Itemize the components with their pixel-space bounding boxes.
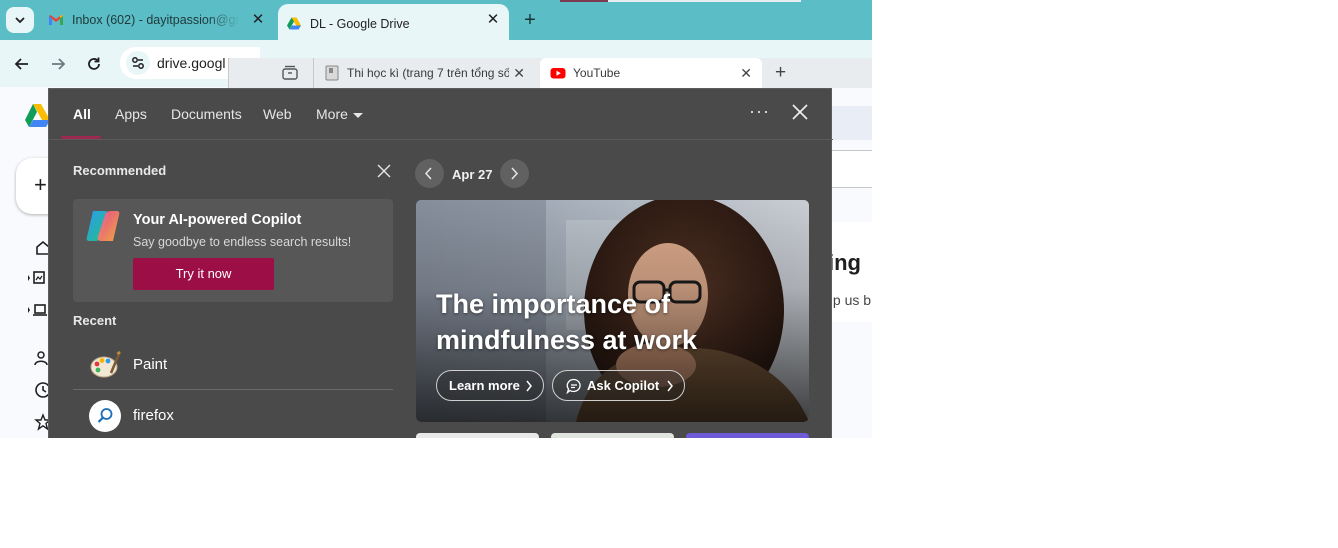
tab-actions-icon[interactable] bbox=[281, 64, 299, 82]
tab-title: DL - Google Drive bbox=[310, 17, 410, 31]
copilot-logo-icon bbox=[86, 211, 120, 241]
computers-icon[interactable] bbox=[24, 298, 48, 322]
search-icon bbox=[89, 400, 121, 432]
more-options-icon[interactable]: ··· bbox=[749, 101, 770, 122]
chevron-down-icon bbox=[15, 17, 25, 24]
close-icon[interactable] bbox=[790, 102, 810, 122]
recent-heading: Recent bbox=[73, 313, 117, 328]
copilot-card-subtitle: Say goodbye to endless search results! bbox=[133, 235, 352, 249]
tab-apps[interactable]: Apps bbox=[115, 106, 147, 122]
recent-clock-icon[interactable] bbox=[24, 378, 51, 402]
copilot-card-title: Your AI-powered Copilot bbox=[133, 212, 302, 228]
site-info-button[interactable] bbox=[126, 51, 150, 75]
tab-more-label: More bbox=[316, 106, 348, 122]
pdf-document-icon bbox=[325, 65, 339, 81]
gmail-icon bbox=[49, 15, 63, 25]
back-arrow-icon bbox=[14, 58, 28, 70]
windows-search-flyout: All Apps Documents Web More ··· Recommen… bbox=[48, 88, 833, 438]
drive-search-bar[interactable] bbox=[832, 106, 872, 140]
highlight-thumbnail[interactable] bbox=[416, 433, 539, 438]
recent-item-paint[interactable]: Paint bbox=[73, 341, 393, 387]
ask-copilot-button[interactable]: Ask Copilot bbox=[552, 370, 685, 401]
tab-search-button[interactable] bbox=[6, 7, 34, 33]
reload-icon bbox=[88, 57, 100, 70]
forward-button[interactable] bbox=[46, 52, 70, 76]
learn-more-button[interactable]: Learn more bbox=[436, 370, 544, 401]
search-scope-tabs: All Apps Documents Web More ··· bbox=[49, 89, 833, 140]
tab-google-drive[interactable]: DL - Google Drive ✕ bbox=[278, 4, 509, 44]
chevron-left-icon bbox=[424, 167, 432, 180]
chevron-right-icon bbox=[667, 380, 673, 392]
plus-icon: + bbox=[34, 172, 47, 197]
hero-title: The importance of mindfulness at work bbox=[436, 289, 698, 355]
recent-item-label: Paint bbox=[133, 356, 168, 373]
previous-day-button[interactable] bbox=[415, 159, 444, 188]
shared-with-me-icon[interactable] bbox=[24, 346, 48, 370]
google-drive-logo-icon bbox=[25, 104, 50, 127]
tab-web[interactable]: Web bbox=[263, 106, 292, 122]
close-tab-icon[interactable]: ✕ bbox=[485, 12, 501, 28]
tab-title: YouTube bbox=[573, 66, 621, 80]
recent-item-firefox[interactable]: firefox bbox=[73, 392, 393, 438]
google-drive-icon bbox=[287, 17, 301, 30]
date-label: Apr 27 bbox=[452, 167, 493, 182]
copilot-promo-card[interactable]: Your AI-powered Copilot Say goodbye to e… bbox=[73, 199, 393, 302]
tab-title: Thi học kì (trang 7 trên tổng số bbox=[347, 66, 509, 80]
new-tab-button[interactable]: + bbox=[775, 62, 786, 84]
welcome-heading: ing bbox=[828, 250, 861, 275]
window-edge bbox=[560, 0, 608, 2]
chat-bubble-icon bbox=[566, 378, 581, 394]
divider bbox=[73, 389, 393, 390]
try-it-now-button[interactable]: Try it now bbox=[133, 258, 274, 290]
close-tab-icon[interactable]: ✕ bbox=[740, 65, 752, 82]
next-day-button[interactable] bbox=[500, 159, 529, 188]
paint-icon bbox=[90, 350, 121, 378]
tab-more[interactable]: More bbox=[316, 106, 363, 122]
window-edge bbox=[608, 0, 801, 2]
screen: Inbox (602) - dayitpassion@gmail.com ✕ D… bbox=[0, 0, 1338, 548]
tune-icon bbox=[132, 57, 144, 69]
caret-down-icon bbox=[352, 112, 363, 118]
highlight-thumbnail[interactable] bbox=[551, 433, 674, 438]
highlight-thumbnail[interactable] bbox=[686, 433, 809, 438]
ask-copilot-label: Ask Copilot bbox=[587, 378, 660, 393]
recent-item-label: firefox bbox=[133, 407, 174, 424]
tab-all[interactable]: All bbox=[73, 106, 91, 122]
starred-icon[interactable] bbox=[24, 410, 52, 434]
reload-button[interactable] bbox=[82, 52, 106, 76]
tab-title: Inbox (602) - dayitpassion@gmail.com bbox=[72, 13, 240, 27]
my-drive-icon[interactable] bbox=[24, 266, 48, 290]
second-browser-window: Thi học kì (trang 7 trên tổng số ✕ YouTu… bbox=[228, 58, 872, 88]
youtube-icon bbox=[550, 68, 566, 79]
tab-pdf-document[interactable]: Thi học kì (trang 7 trên tổng số ✕ bbox=[313, 58, 535, 88]
close-tab-icon[interactable]: ✕ bbox=[513, 65, 525, 82]
home-icon[interactable] bbox=[24, 236, 50, 260]
chevron-right-icon bbox=[526, 380, 532, 392]
chevron-right-icon bbox=[511, 167, 519, 180]
active-tab-indicator bbox=[61, 136, 101, 139]
learn-more-label: Learn more bbox=[449, 378, 520, 393]
close-tab-icon[interactable]: ✕ bbox=[250, 12, 266, 28]
recommended-heading: Recommended bbox=[73, 163, 167, 178]
new-tab-button[interactable]: + bbox=[518, 8, 542, 32]
url-text: drive.googl bbox=[157, 55, 226, 71]
browser-tab-strip: Inbox (602) - dayitpassion@gmail.com ✕ D… bbox=[0, 0, 872, 44]
back-button[interactable] bbox=[10, 52, 34, 76]
dismiss-recommended-icon[interactable] bbox=[376, 163, 392, 179]
forward-arrow-icon bbox=[52, 58, 66, 70]
tab-documents[interactable]: Documents bbox=[171, 106, 242, 122]
tab-youtube[interactable]: YouTube ✕ bbox=[540, 58, 762, 88]
desktop-screenshot: Inbox (602) - dayitpassion@gmail.com ✕ D… bbox=[0, 0, 872, 438]
search-highlight-card[interactable]: The importance of mindfulness at work Le… bbox=[416, 200, 809, 422]
tab-gmail[interactable]: Inbox (602) - dayitpassion@gmail.com ✕ bbox=[40, 0, 274, 40]
filter-bar bbox=[832, 150, 872, 188]
